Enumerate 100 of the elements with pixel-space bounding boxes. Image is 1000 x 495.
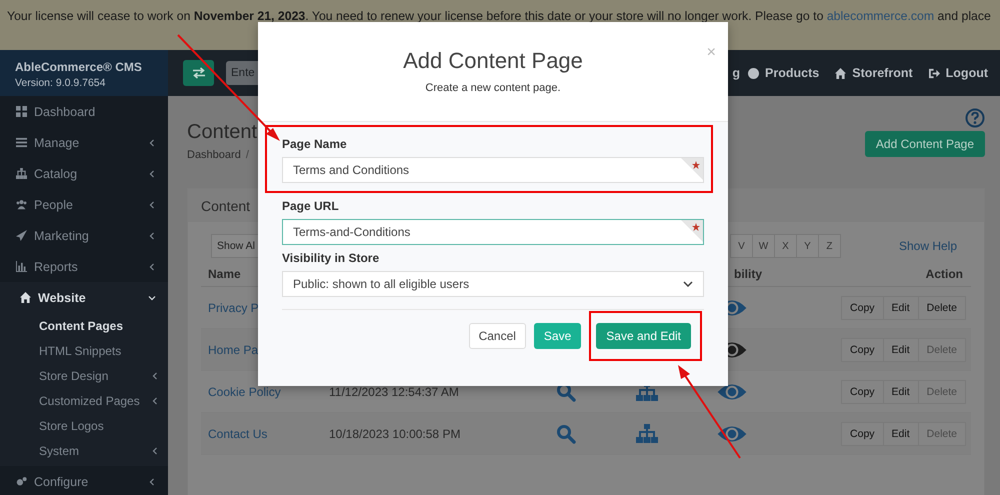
page-name-link[interactable]: Privacy P <box>201 300 259 314</box>
show-help-link[interactable]: Show Help <box>898 239 957 253</box>
submenu-item[interactable]: Store Design <box>0 363 168 388</box>
sidebar-item[interactable]: Reports <box>0 251 168 282</box>
menu-label: Store Design <box>39 368 108 382</box>
chevron-left-icon <box>151 396 159 404</box>
column-header: Action <box>926 267 964 281</box>
show-all-button[interactable]: Show Al <box>211 234 261 258</box>
letter-filter-button[interactable]: X <box>774 234 797 258</box>
letter-filter-button[interactable]: W <box>752 234 775 258</box>
page-name-link[interactable]: Home Pa <box>201 342 258 356</box>
menu-label: Reports <box>34 260 79 274</box>
chevron-left-icon <box>148 170 156 178</box>
modal-title: Add Content Page <box>403 48 583 74</box>
version-text: Version: 9.0.9.7654 <box>15 77 106 89</box>
column-header: Name <box>207 267 242 281</box>
home-icon <box>20 292 31 303</box>
modal-subtitle: Create a new content page. <box>425 82 561 94</box>
field-label: Visibility in Store <box>282 251 380 265</box>
action-button[interactable]: Copy <box>841 422 884 446</box>
menu-label: Marketing <box>34 228 90 242</box>
sidebar-item[interactable]: Marketing <box>0 220 168 251</box>
submenu-item[interactable]: HTML Snippets <box>0 338 168 363</box>
submenu-item[interactable]: Store Logos <box>0 413 168 438</box>
text-field[interactable]: Terms and Conditions <box>282 157 704 183</box>
field-label: Page Name <box>282 137 348 151</box>
nav-link[interactable]: Logout <box>928 66 988 80</box>
menu-label: HTML Snippets <box>39 344 122 358</box>
paper-plane-icon <box>16 230 27 241</box>
menu-label: Customized Pages <box>39 394 140 408</box>
menu-label: System <box>39 444 80 458</box>
dialog-button[interactable]: Save <box>534 323 582 349</box>
logout-icon <box>928 68 940 78</box>
submenu-item[interactable]: Customized Pages <box>0 388 168 413</box>
nav-link[interactable]: g <box>732 66 740 80</box>
menu-label: Catalog <box>34 166 78 180</box>
action-button[interactable]: Edit <box>882 422 919 446</box>
dialog-button[interactable]: Save and Edit <box>596 323 691 349</box>
chevron-down-icon <box>683 281 693 287</box>
add-content-page-button[interactable]: Add Content Page <box>864 131 985 157</box>
sidebar-item[interactable]: People <box>0 189 168 220</box>
menu-label: People <box>34 198 74 212</box>
sitemap-icon <box>16 168 27 179</box>
bar-chart-icon <box>16 261 27 272</box>
action-button[interactable]: Edit <box>882 380 919 404</box>
brand-name: AbleCommerce® CMS <box>15 60 143 74</box>
sidebar-item[interactable]: Configure <box>0 466 168 495</box>
grid-icon <box>16 106 27 117</box>
field-label: Page URL <box>282 199 340 213</box>
switch-button[interactable] <box>183 60 214 86</box>
page-name-link[interactable]: Contact Us <box>201 426 268 440</box>
nav-link[interactable]: Products <box>748 66 820 80</box>
chevron-left-icon <box>151 372 159 380</box>
breadcrumb-separator: / <box>246 149 249 161</box>
menu-label: Website <box>38 290 87 304</box>
column-header: bility <box>733 267 764 281</box>
swap-icon <box>192 67 206 79</box>
date-cell-text: 10/18/2023 10:00:58 PM <box>328 426 462 440</box>
page-name-link[interactable]: Cookie Policy <box>201 384 281 398</box>
breadcrumb-link[interactable]: Dashboard <box>187 149 241 161</box>
menu-label: Dashboard <box>34 104 96 118</box>
nav-link[interactable]: Storefront <box>835 66 913 80</box>
page-title: Content <box>187 120 258 144</box>
select-field[interactable]: Public: shown to all eligible users <box>282 271 704 297</box>
list-icon <box>16 137 27 148</box>
action-button[interactable]: Copy <box>841 338 884 362</box>
chevron-left-icon <box>151 446 159 454</box>
action-button[interactable]: Delete <box>918 296 966 320</box>
submenu-item[interactable]: System <box>0 438 168 463</box>
card-title: Content <box>201 198 250 214</box>
action-button[interactable]: Edit <box>882 338 919 362</box>
sidebar-item[interactable]: Dashboard <box>0 96 168 127</box>
sidebar-item[interactable]: Catalog <box>0 158 168 189</box>
dialog-button[interactable]: Cancel <box>468 323 526 349</box>
action-button[interactable]: Copy <box>841 380 884 404</box>
sidebar-item[interactable]: Manage <box>0 127 168 158</box>
home-icon <box>835 68 846 78</box>
chevron-left-icon <box>148 478 156 486</box>
eye-icon[interactable] <box>717 382 747 402</box>
circle-icon <box>748 68 760 78</box>
letter-filter-button[interactable]: Z <box>818 234 841 258</box>
menu-label: Manage <box>34 136 80 150</box>
chevron-left-icon <box>148 200 156 208</box>
letter-filter-button[interactable]: Y <box>796 234 819 258</box>
action-button[interactable]: Edit <box>882 296 919 320</box>
sidebar-item[interactable]: Website <box>0 282 168 313</box>
menu-label: Content Pages <box>39 318 124 332</box>
action-button[interactable]: Copy <box>841 296 884 320</box>
letter-filter-button[interactable]: V <box>730 234 753 258</box>
menu-label: Configure <box>34 474 90 488</box>
chevron-left-icon <box>148 262 156 270</box>
menu-label: Store Logos <box>39 418 104 432</box>
date-cell-text: 11/12/2023 12:54:37 AM <box>328 384 460 398</box>
text-field[interactable]: Terms-and-Conditions <box>282 219 704 245</box>
chevron-left-icon <box>148 138 156 146</box>
help-icon[interactable] <box>965 108 985 128</box>
submenu-item[interactable]: Content Pages <box>0 313 168 338</box>
users-icon <box>16 199 27 210</box>
chevron-left-icon <box>148 232 156 240</box>
chevron-down-icon <box>148 294 156 302</box>
